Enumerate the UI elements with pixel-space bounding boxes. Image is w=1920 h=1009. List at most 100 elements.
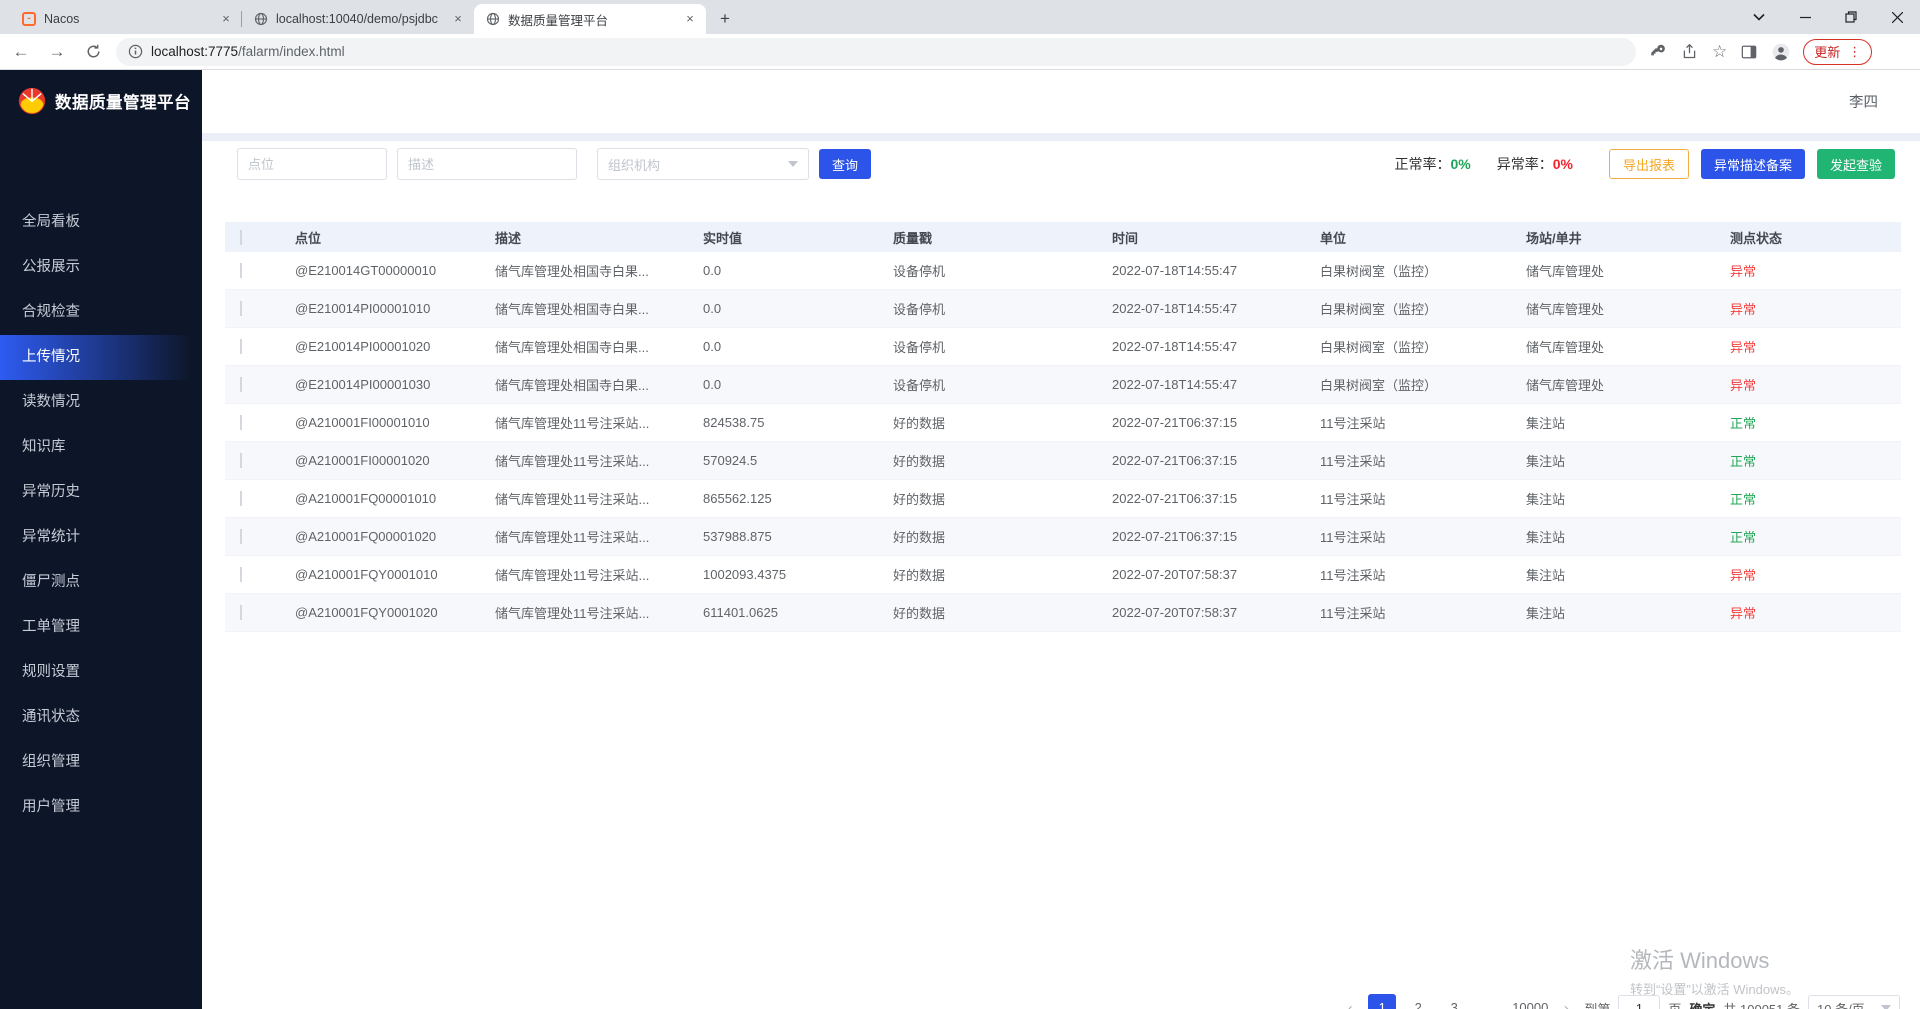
sidebar-item-11[interactable]: 通讯状态: [0, 695, 202, 740]
sidebar-item-5[interactable]: 知识库: [0, 425, 202, 470]
filter-bar: 组织机构 查询 正常率：0% 异常率：0% 导出报表 异常描述备案 发起查验: [202, 148, 1920, 180]
page-info-icon[interactable]: [128, 44, 143, 59]
goto-confirm-button[interactable]: 确定: [1689, 999, 1715, 1009]
page-size-select[interactable]: 10 条/页: [1808, 995, 1900, 1009]
tab-close-icon[interactable]: ×: [682, 11, 698, 27]
password-key-icon[interactable]: [1650, 43, 1667, 60]
row-checkbox[interactable]: [240, 415, 242, 430]
page-number-...[interactable]: ...: [1476, 994, 1504, 1009]
table-row: @A210001FQY0001010储气库管理处11号注采站...1002093…: [225, 556, 1901, 594]
row-checkbox[interactable]: [240, 567, 242, 582]
sidebar-item-3[interactable]: 上传情况: [0, 335, 202, 380]
sidebar-item-12[interactable]: 组织管理: [0, 740, 202, 785]
cell-quality-stamp: 好的数据: [878, 565, 1097, 584]
cell-point: @A210001FQY0001020: [280, 605, 480, 620]
row-checkbox[interactable]: [240, 491, 242, 506]
address-bar[interactable]: localhost:7775/falarm/index.html: [116, 38, 1636, 66]
current-user[interactable]: 李四: [1849, 91, 1878, 112]
point-input[interactable]: [237, 148, 387, 180]
page-number-3[interactable]: 3: [1440, 994, 1468, 1009]
page-number-10000[interactable]: 10000: [1512, 994, 1548, 1009]
cell-point-status: 异常: [1715, 261, 1901, 280]
cell-quality-stamp: 好的数据: [878, 413, 1097, 432]
page-number-2[interactable]: 2: [1404, 994, 1432, 1009]
row-checkbox[interactable]: [240, 377, 242, 392]
update-label: 更新: [1814, 42, 1840, 61]
sidebar-item-9[interactable]: 工单管理: [0, 605, 202, 650]
abnormal-record-button[interactable]: 异常描述备案: [1701, 149, 1805, 179]
tab-search-chevron-icon[interactable]: [1736, 0, 1782, 34]
main-area: 李四 组织机构 查询 正常率：0% 异常率：0% 导出报表 异常描述备案 发起查…: [202, 70, 1920, 1009]
sidebar-item-7[interactable]: 异常统计: [0, 515, 202, 560]
row-checkbox[interactable]: [240, 339, 242, 354]
row-checkbox[interactable]: [240, 301, 242, 316]
total-count: 共 100051 条: [1723, 999, 1800, 1009]
cell-station-well: 集注站: [1511, 451, 1715, 470]
browser-menu-icon[interactable]: ⋮: [1848, 44, 1861, 60]
bookmark-star-icon[interactable]: ☆: [1712, 42, 1727, 62]
next-page-icon[interactable]: ›: [1556, 1000, 1576, 1009]
row-checkbox[interactable]: [240, 529, 242, 544]
windows-activation-watermark: 激活 Windows 转到“设置”以激活 Windows。: [1630, 943, 1799, 998]
start-inspection-button[interactable]: 发起查验: [1817, 149, 1895, 179]
browser-tab-strip: - Nacos × localhost:10040/demo/psjdbc × …: [0, 0, 1920, 34]
cell-point-status: 正常: [1715, 451, 1901, 470]
cell-quality-stamp: 好的数据: [878, 527, 1097, 546]
export-report-button[interactable]: 导出报表: [1609, 149, 1689, 179]
share-icon[interactable]: [1681, 43, 1698, 60]
sidebar-item-0[interactable]: 全局看板: [0, 200, 202, 245]
row-checkbox-cell: [225, 567, 280, 582]
restore-icon[interactable]: [1828, 0, 1874, 34]
sidebar-item-2[interactable]: 合规检查: [0, 290, 202, 335]
cell-quality-stamp: 好的数据: [878, 489, 1097, 508]
page-number-1[interactable]: 1: [1368, 994, 1396, 1009]
cell-description: 储气库管理处相国寺白果...: [480, 375, 688, 394]
goto-page-input[interactable]: [1618, 995, 1660, 1009]
cell-quality-stamp: 好的数据: [878, 451, 1097, 470]
row-checkbox[interactable]: [240, 605, 242, 620]
tab-close-icon[interactable]: ×: [218, 11, 234, 27]
tab-localhost-demo[interactable]: localhost:10040/demo/psjdbc ×: [242, 4, 474, 34]
select-all-checkbox[interactable]: [240, 230, 242, 245]
profile-avatar-icon[interactable]: [1771, 42, 1791, 62]
main-header: 李四: [202, 70, 1920, 133]
cell-quality-stamp: 设备停机: [878, 337, 1097, 356]
sidebar-item-13[interactable]: 用户管理: [0, 785, 202, 830]
window-controls: [1736, 0, 1920, 34]
table-row: @A210001FQY0001020储气库管理处11号注采站...611401.…: [225, 594, 1901, 632]
sidebar-item-4[interactable]: 读数情况: [0, 380, 202, 425]
watermark-line1: 激活 Windows: [1630, 943, 1799, 975]
close-window-icon[interactable]: [1874, 0, 1920, 34]
cell-unit: 11号注采站: [1305, 413, 1511, 432]
prev-page-icon[interactable]: ‹: [1340, 1000, 1360, 1009]
minimize-icon[interactable]: [1782, 0, 1828, 34]
chrome-update-button[interactable]: 更新 ⋮: [1803, 39, 1872, 65]
search-button[interactable]: 查询: [819, 149, 871, 179]
tab-nacos[interactable]: - Nacos ×: [10, 4, 242, 34]
sidebar-item-1[interactable]: 公报展示: [0, 245, 202, 290]
sidebar-item-10[interactable]: 规则设置: [0, 650, 202, 695]
side-panel-icon[interactable]: [1741, 44, 1757, 60]
cell-station-well: 储气库管理处: [1511, 375, 1715, 394]
cell-point-status: 异常: [1715, 337, 1901, 356]
cell-point: @A210001FI00001010: [280, 415, 480, 430]
row-checkbox[interactable]: [240, 453, 242, 468]
reload-icon[interactable]: [78, 37, 108, 67]
cell-station-well: 集注站: [1511, 413, 1715, 432]
tab-data-quality-platform[interactable]: 数据质量管理平台 ×: [474, 4, 706, 34]
tab-close-icon[interactable]: ×: [450, 11, 466, 27]
organization-select[interactable]: 组织机构: [597, 148, 809, 180]
globe-icon: [254, 12, 268, 26]
row-checkbox-cell: [225, 301, 280, 316]
row-checkbox[interactable]: [240, 263, 242, 278]
new-tab-button[interactable]: +: [712, 6, 738, 32]
sidebar-item-6[interactable]: 异常历史: [0, 470, 202, 515]
select-all-cell: [225, 230, 280, 245]
row-checkbox-cell: [225, 491, 280, 506]
browser-toolbar: ← → localhost:7775/falarm/index.html ☆: [0, 34, 1920, 70]
cell-description: 储气库管理处11号注采站...: [480, 413, 688, 432]
description-input[interactable]: [397, 148, 577, 180]
sidebar-item-8[interactable]: 僵尸测点: [0, 560, 202, 605]
forward-icon[interactable]: →: [42, 37, 72, 67]
back-icon[interactable]: ←: [6, 37, 36, 67]
